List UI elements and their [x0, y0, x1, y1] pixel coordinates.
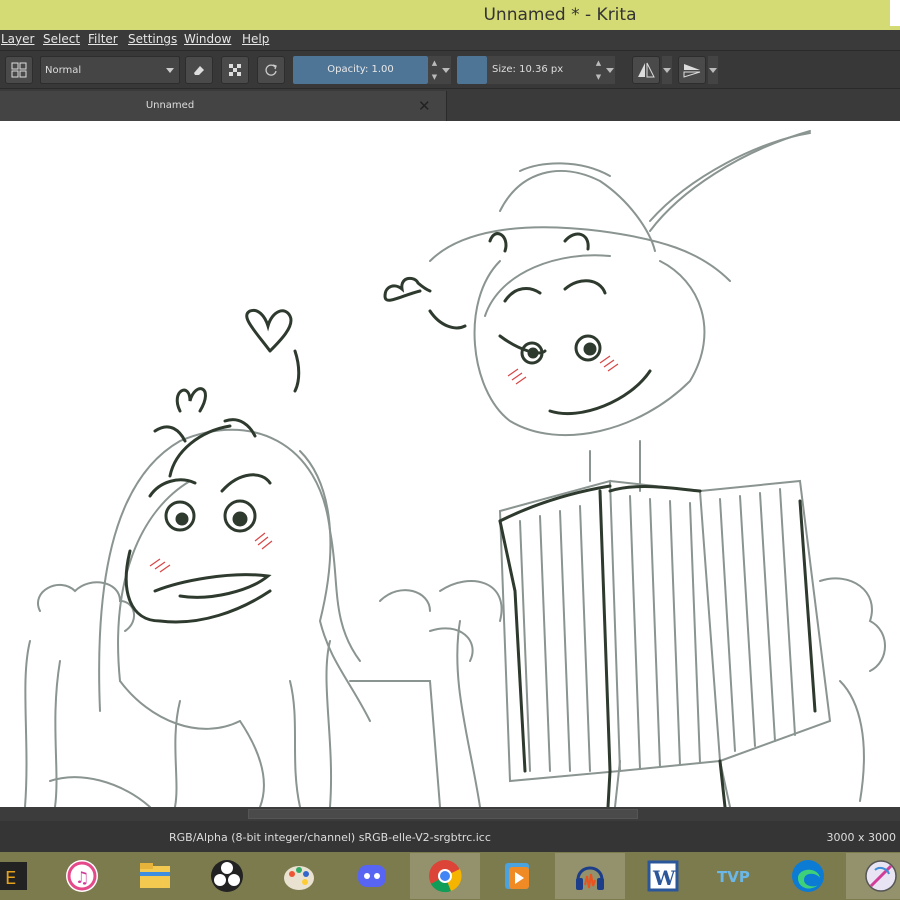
size-slider-fill[interactable]	[457, 56, 487, 84]
taskbar-item-itunes[interactable]: ♫	[47, 853, 117, 899]
opacity-spinner[interactable]: ▲ ▼	[428, 56, 441, 84]
taskbar-item-game[interactable]: E	[0, 853, 27, 899]
eraser-mode-button[interactable]	[185, 56, 213, 84]
windows-taskbar: E ♫ W TVP	[0, 852, 900, 900]
audacity-icon	[576, 866, 604, 890]
size-dropdown[interactable]	[605, 56, 615, 84]
blend-mode-select[interactable]: Normal	[40, 56, 180, 84]
taskbar-item-audacity[interactable]	[555, 853, 625, 899]
reload-preset-button[interactable]	[257, 56, 285, 84]
grid-icon	[11, 62, 27, 78]
brush-presets-button[interactable]	[5, 56, 33, 84]
taskbar-item-krita[interactable]	[846, 853, 900, 899]
menu-select[interactable]: Select	[43, 32, 80, 46]
size-slider[interactable]: Size: 10.36 px	[487, 56, 592, 84]
size-spinner[interactable]: ▲ ▼	[592, 56, 605, 84]
refresh-icon	[265, 64, 277, 76]
window-control[interactable]	[890, 0, 900, 26]
svg-text:TVP: TVP	[717, 868, 750, 886]
window-title: Unnamed * - Krita	[483, 5, 637, 25]
sketch-artwork	[24, 130, 886, 807]
blend-mode-value: Normal	[45, 65, 82, 76]
horizontal-scrollbar[interactable]	[0, 807, 900, 821]
svg-text:W: W	[652, 866, 676, 890]
mirror-horizontal-dropdown[interactable]	[662, 56, 672, 84]
preserve-alpha-button[interactable]	[221, 56, 249, 84]
obs-icon	[211, 860, 243, 892]
tool-options-bar: Normal Opacity: 1.00 ▲ ▼ Size: 10.36 px ▲…	[0, 50, 900, 88]
document-tab-label: Unnamed	[145, 100, 195, 111]
document-tab[interactable]: Unnamed ✕	[0, 91, 447, 122]
status-bar: RGB/Alpha (8-bit integer/channel) sRGB-e…	[0, 821, 900, 852]
chevron-down-icon	[663, 68, 671, 73]
document-tab-bar: Unnamed ✕	[0, 88, 900, 122]
taskbar-item-chrome[interactable]	[410, 853, 480, 899]
tvp-icon: TVP	[717, 868, 750, 886]
eraser-icon	[194, 66, 204, 75]
menu-settings[interactable]: Settings	[128, 32, 177, 46]
image-dimensions-label[interactable]: 3000 x 3000	[827, 831, 897, 844]
chevron-down-icon	[606, 68, 614, 73]
mirror-horizontal-button[interactable]	[632, 56, 660, 84]
discord-icon	[358, 865, 386, 887]
spin-down-icon[interactable]: ▼	[592, 70, 605, 84]
menu-help[interactable]: Help	[242, 32, 269, 46]
spin-down-icon[interactable]: ▼	[428, 70, 441, 84]
file-explorer-icon	[140, 863, 170, 888]
taskbar-item-discord[interactable]	[337, 853, 407, 899]
taskbar-item-tvp[interactable]: TVP	[700, 853, 770, 899]
taskbar-item-paint[interactable]	[264, 853, 334, 899]
video-player-icon	[505, 863, 529, 889]
chevron-down-icon	[442, 68, 450, 73]
opacity-slider[interactable]: Opacity: 1.00	[293, 56, 428, 84]
mirror-vertical-dropdown[interactable]	[708, 56, 718, 84]
scrollbar-thumb[interactable]	[248, 809, 638, 819]
taskbar-item-obs[interactable]	[192, 853, 262, 899]
color-profile-label: RGB/Alpha (8-bit integer/channel) sRGB-e…	[169, 831, 491, 844]
menu-filter[interactable]: Filter	[88, 32, 118, 46]
chevron-down-icon	[166, 68, 174, 73]
title-bar: Unnamed * - Krita	[0, 0, 900, 30]
taskbar-item-video[interactable]	[482, 853, 552, 899]
menu-window[interactable]: Window	[184, 32, 231, 46]
taskbar-item-word[interactable]: W	[628, 853, 698, 899]
itunes-icon: ♫	[66, 860, 98, 892]
mirror-horizontal-icon	[638, 62, 655, 78]
mirror-vertical-button[interactable]	[678, 56, 706, 84]
edge-icon	[792, 860, 824, 892]
chevron-down-icon	[709, 68, 717, 73]
menu-layer[interactable]: Layer	[1, 32, 34, 46]
game-app-icon: E	[0, 862, 27, 890]
taskbar-item-explorer[interactable]	[120, 853, 190, 899]
taskbar-item-edge[interactable]	[773, 853, 843, 899]
chrome-icon	[429, 860, 462, 893]
spin-up-icon[interactable]: ▲	[592, 56, 605, 70]
spin-up-icon[interactable]: ▲	[428, 56, 441, 70]
svg-text:♫: ♫	[75, 868, 89, 887]
paint-palette-icon	[284, 866, 314, 890]
checkerboard-icon	[229, 64, 241, 76]
close-icon[interactable]: ✕	[418, 97, 431, 115]
svg-text:E: E	[5, 868, 16, 889]
drawing-canvas[interactable]	[0, 121, 900, 807]
word-icon: W	[647, 860, 679, 892]
krita-icon	[865, 860, 897, 892]
menu-bar: Layer Select Filter Settings Window Help	[0, 30, 900, 50]
opacity-dropdown[interactable]	[441, 56, 451, 84]
mirror-vertical-icon	[683, 64, 701, 78]
